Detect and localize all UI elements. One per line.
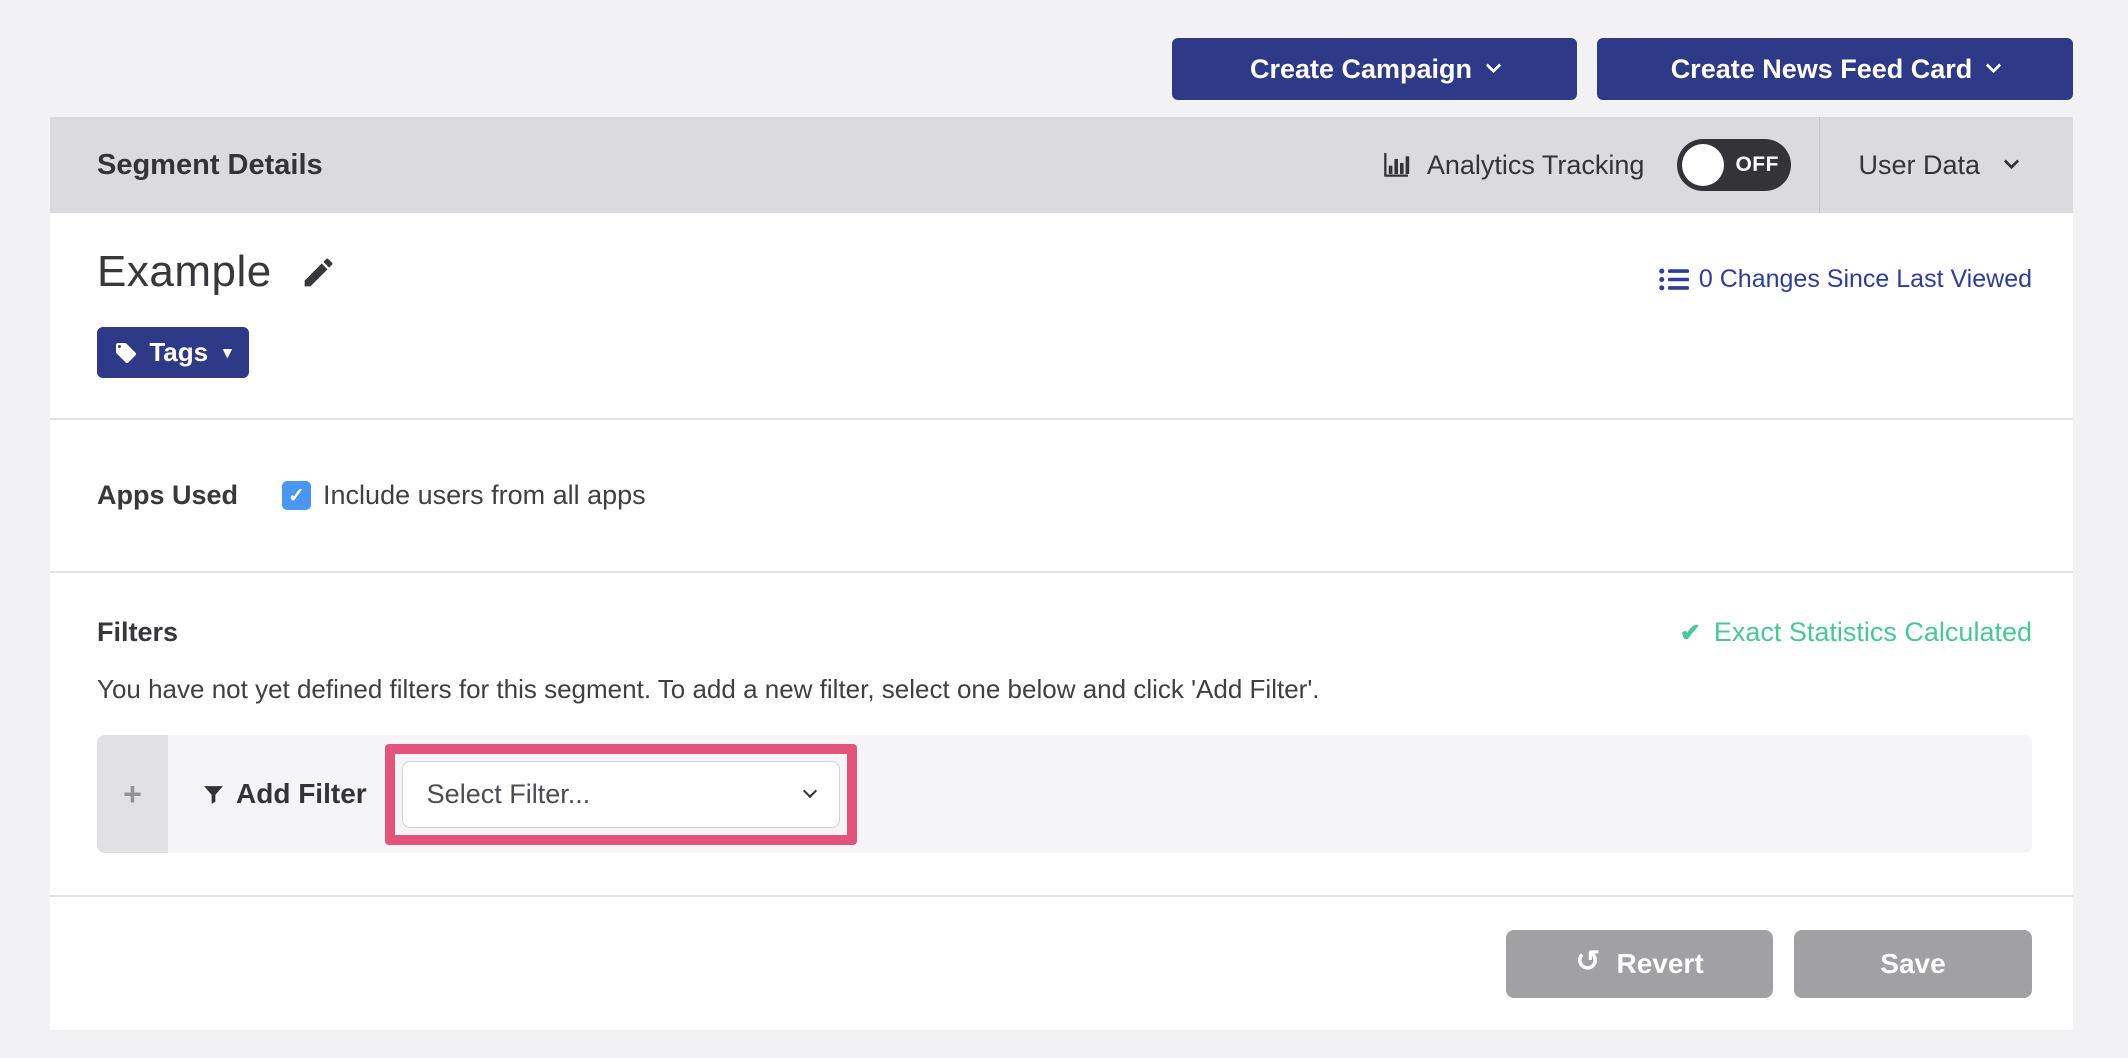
card-footer: ↺ Revert Save bbox=[50, 895, 2073, 1030]
segment-name: Example bbox=[97, 247, 272, 297]
save-label: Save bbox=[1880, 948, 1945, 980]
chevron-down-icon bbox=[1486, 57, 1502, 73]
select-filter-placeholder: Select Filter... bbox=[427, 779, 591, 810]
create-news-feed-card-button[interactable]: Create News Feed Card bbox=[1597, 38, 2073, 100]
chevron-down-icon bbox=[1986, 57, 2002, 73]
create-news-feed-card-label: Create News Feed Card bbox=[1671, 54, 1973, 85]
toggle-state-label: OFF bbox=[1735, 153, 1779, 177]
add-filter-label: Add Filter bbox=[236, 778, 367, 810]
analytics-tracking-toggle[interactable]: OFF bbox=[1677, 139, 1791, 191]
save-button[interactable]: Save bbox=[1794, 930, 2032, 998]
plus-icon: + bbox=[123, 776, 142, 813]
chevron-down-icon bbox=[803, 784, 817, 798]
tags-button[interactable]: Tags ▾ bbox=[97, 327, 249, 378]
analytics-tracking-label: Analytics Tracking bbox=[1427, 150, 1645, 181]
filters-empty-text: You have not yet defined filters for thi… bbox=[97, 674, 2032, 705]
apps-used-section: Apps Used ✓ Include users from all apps bbox=[50, 420, 2073, 571]
bar-chart-icon bbox=[1380, 149, 1412, 181]
revert-button[interactable]: ↺ Revert bbox=[1506, 930, 1773, 998]
top-action-bar: Create Campaign Create News Feed Card bbox=[1172, 38, 2073, 100]
chevron-down-icon bbox=[2004, 153, 2020, 169]
annotation-highlight-box: Select Filter... bbox=[385, 744, 857, 845]
segment-title-section: Example 0 Changes Since Last Viewed bbox=[50, 213, 2073, 418]
tag-icon bbox=[114, 341, 138, 365]
revert-arrow-icon: ↺ bbox=[1575, 947, 1600, 977]
apps-used-label: Apps Used bbox=[97, 480, 238, 511]
filters-section: Filters ✔ Exact Statistics Calculated Yo… bbox=[50, 573, 2073, 895]
select-filter-dropdown[interactable]: Select Filter... bbox=[402, 761, 840, 828]
tags-label: Tags bbox=[149, 337, 208, 368]
analytics-tracking-group: Analytics Tracking OFF bbox=[1380, 139, 1792, 191]
toggle-knob bbox=[1682, 144, 1724, 186]
checkbox-check-icon: ✓ bbox=[288, 483, 305, 508]
add-filter-label-group: Add Filter bbox=[201, 778, 367, 810]
check-icon: ✔ bbox=[1680, 618, 1701, 648]
page-title: Segment Details bbox=[97, 149, 323, 182]
add-filter-group-button[interactable]: + bbox=[97, 735, 168, 853]
create-campaign-button[interactable]: Create Campaign bbox=[1172, 38, 1577, 100]
edit-pencil-icon[interactable] bbox=[300, 254, 337, 291]
funnel-icon bbox=[201, 782, 226, 807]
card-header-right: Analytics Tracking OFF User Data bbox=[1380, 117, 2073, 213]
filters-title: Filters bbox=[97, 617, 178, 648]
add-filter-row: + Add Filter Select Filter... bbox=[97, 735, 2032, 853]
user-data-dropdown[interactable]: User Data bbox=[1820, 117, 2073, 213]
create-campaign-label: Create Campaign bbox=[1250, 54, 1472, 85]
revert-label: Revert bbox=[1616, 948, 1703, 980]
list-icon bbox=[1659, 267, 1689, 292]
changes-link-label: 0 Changes Since Last Viewed bbox=[1699, 265, 2032, 294]
exact-statistics-label: Exact Statistics Calculated bbox=[1714, 617, 2032, 648]
include-all-apps-label: Include users from all apps bbox=[323, 480, 646, 511]
segment-details-card: Segment Details Analytics Tracking OFF bbox=[50, 117, 2073, 1030]
caret-down-icon: ▾ bbox=[223, 344, 232, 361]
filters-header: Filters ✔ Exact Statistics Calculated bbox=[97, 617, 2032, 648]
include-all-apps-checkbox[interactable]: ✓ bbox=[282, 481, 311, 510]
user-data-label: User Data bbox=[1858, 150, 1980, 181]
exact-statistics-status: ✔ Exact Statistics Calculated bbox=[1680, 617, 2032, 648]
card-header: Segment Details Analytics Tracking OFF bbox=[50, 117, 2073, 213]
changes-since-last-viewed-link[interactable]: 0 Changes Since Last Viewed bbox=[1659, 265, 2032, 294]
